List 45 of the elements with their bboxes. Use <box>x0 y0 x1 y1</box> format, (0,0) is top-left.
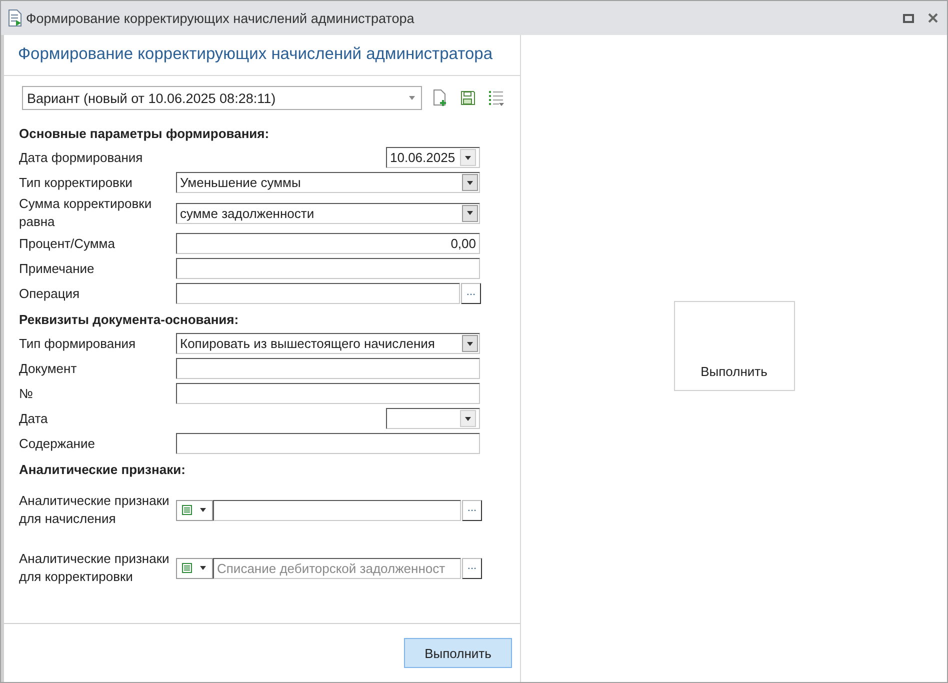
list-settings-icon[interactable] <box>487 89 506 107</box>
field-label: Аналитические признаки для начисления <box>19 492 170 528</box>
list-icon <box>181 504 193 516</box>
input-field[interactable] <box>213 500 461 520</box>
dropdown-field[interactable]: Уменьшение суммы <box>176 172 480 193</box>
field-label: Сумма корректировки равна <box>19 195 153 231</box>
field-label: Тип корректировки <box>19 174 134 192</box>
section-heading: Реквизиты документа-основания: <box>19 312 240 327</box>
field-label: Содержание <box>19 434 96 452</box>
date-field[interactable]: 10.06.2025 <box>386 147 480 168</box>
input-field[interactable]: 0,00 <box>176 233 480 254</box>
document-icon <box>7 9 23 27</box>
variant-dropdown[interactable]: Вариант (новый от 10.06.2025 08:28:11) <box>22 86 422 110</box>
field-label: Документ <box>19 360 78 378</box>
input-field[interactable] <box>176 383 480 404</box>
field-label: Дата <box>19 410 49 428</box>
list-icon <box>181 562 193 574</box>
field-label: Процент/Сумма <box>19 234 116 252</box>
input-field[interactable] <box>176 433 480 454</box>
field-label: № <box>19 384 34 402</box>
section-heading: Аналитические признаки: <box>19 462 186 477</box>
dropdown-field[interactable]: Копировать из вышестоящего начисления <box>176 333 480 354</box>
new-document-icon[interactable] <box>432 89 448 107</box>
browse-button[interactable]: ... <box>462 558 482 578</box>
list-dropdown-button[interactable] <box>176 500 213 520</box>
browse-button[interactable]: ... <box>461 283 481 304</box>
field-label: Операция <box>19 284 81 302</box>
run-tile-button[interactable]: Выполнить <box>674 300 794 390</box>
input-field[interactable] <box>176 283 460 304</box>
field-label: Аналитические признаки для корректировки <box>19 550 170 586</box>
field-label: Тип формирования <box>19 334 137 352</box>
panel-title: Формирование корректирующих начислений администратора <box>4 35 520 76</box>
field-label: Примечание <box>19 260 96 278</box>
list-dropdown-button[interactable] <box>176 558 213 578</box>
input-field[interactable]: Списание дебиторской задолженност <box>213 558 461 578</box>
field-label: Дата формирования <box>19 148 144 166</box>
dropdown-field[interactable]: сумме задолженности <box>176 202 480 224</box>
date-field[interactable] <box>386 408 480 429</box>
save-icon[interactable] <box>460 90 476 106</box>
browse-button[interactable]: ... <box>462 500 482 520</box>
section-heading: Основные параметры формирования: <box>19 126 270 141</box>
input-field[interactable] <box>176 358 480 379</box>
input-field[interactable] <box>176 258 480 279</box>
window-title: Формирование корректирующих начислений администратора <box>26 10 416 26</box>
run-button[interactable]: Выполнить <box>404 638 512 668</box>
